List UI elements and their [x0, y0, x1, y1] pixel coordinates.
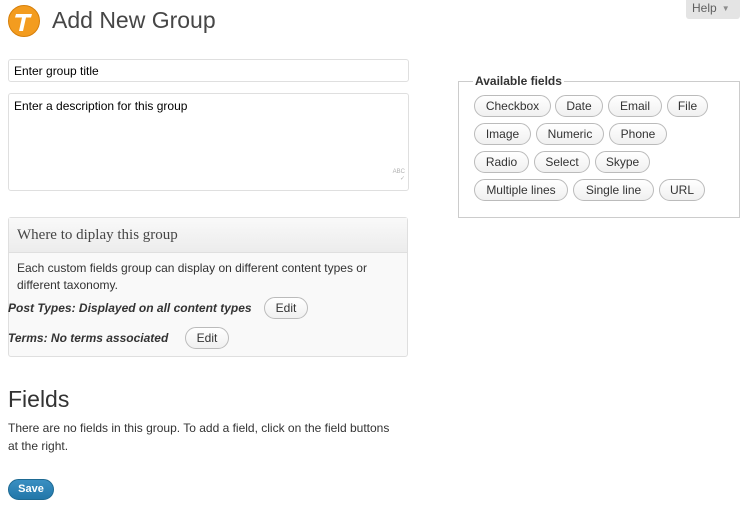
terms-label: Terms: No terms associated [8, 331, 169, 345]
field-button-checkbox[interactable]: Checkbox [474, 95, 551, 117]
field-button-url[interactable]: URL [659, 179, 705, 201]
field-button-phone[interactable]: Phone [609, 123, 667, 145]
field-button-skype[interactable]: Skype [595, 151, 650, 173]
post-types-label: Post Types: Displayed on all content typ… [8, 301, 252, 315]
help-label: Help [692, 1, 717, 15]
field-button-date[interactable]: Date [555, 95, 603, 117]
types-logo-icon [8, 5, 40, 37]
group-title-input[interactable] [8, 59, 409, 82]
group-description-textarea[interactable] [8, 93, 409, 191]
terms-edit-button[interactable]: Edit [185, 327, 229, 349]
fields-heading: Fields [8, 386, 70, 412]
field-button-select[interactable]: Select [534, 151, 590, 173]
chevron-down-icon: ▼ [721, 4, 730, 13]
post-types-edit-button[interactable]: Edit [264, 297, 308, 319]
available-fields-legend: Available fields [473, 74, 564, 88]
spellcheck-resize-icon[interactable]: ABC ✓ [385, 169, 405, 187]
display-box-heading: Where to diplay this group [9, 218, 407, 253]
field-button-numeric[interactable]: Numeric [536, 123, 604, 145]
help-tab[interactable]: Help ▼ [686, 0, 740, 19]
field-button-image[interactable]: Image [474, 123, 531, 145]
fields-empty-message: There are no fields in this group. To ad… [8, 421, 390, 453]
field-button-single-line[interactable]: Single line [573, 179, 654, 201]
field-button-multiple-lines[interactable]: Multiple lines [474, 179, 568, 201]
save-button[interactable]: Save [8, 479, 54, 500]
page-title: Add New Group [52, 7, 216, 33]
field-button-radio[interactable]: Radio [474, 151, 529, 173]
display-box-description: Each custom fields group can display on … [17, 261, 367, 292]
field-button-file[interactable]: File [667, 95, 708, 117]
field-button-email[interactable]: Email [608, 95, 662, 117]
